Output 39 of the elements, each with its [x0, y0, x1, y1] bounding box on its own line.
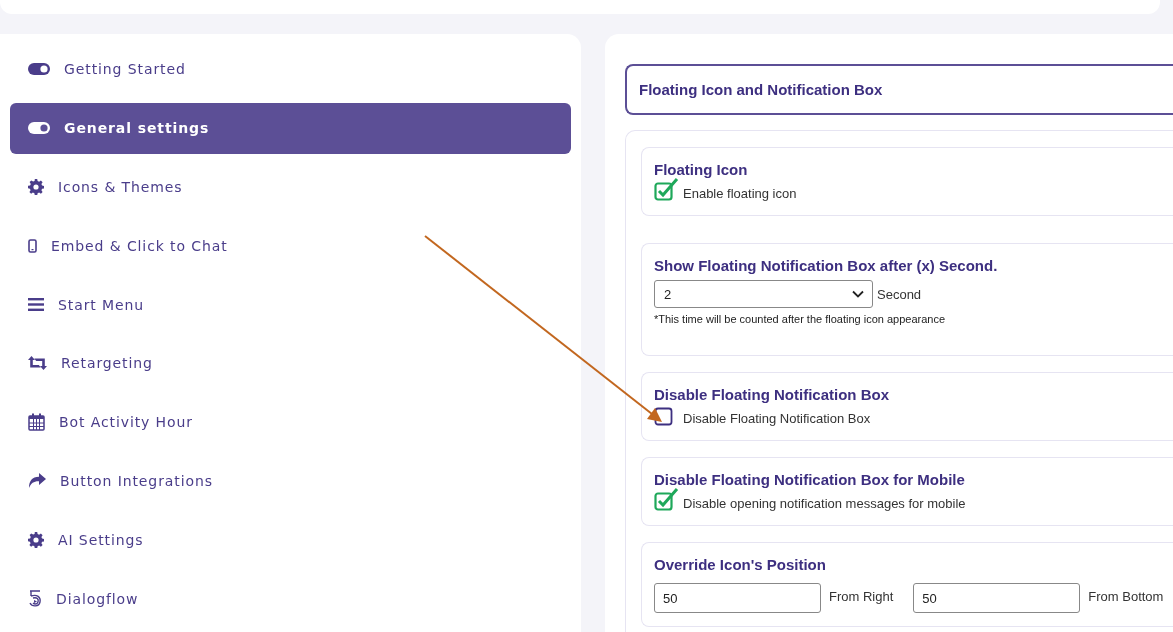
sidebar-item[interactable]: Start Menu: [10, 279, 571, 330]
toggle-icon: [28, 122, 50, 135]
toggle-icon: [28, 63, 50, 76]
checkbox-label: Disable opening notification messages for mobile: [683, 495, 966, 511]
checkbox-label: Enable floating icon: [683, 185, 797, 201]
unit-label: Second: [877, 286, 922, 302]
section-title: Floating Icon: [654, 161, 749, 178]
gear-icon: [28, 531, 44, 548]
checkbox[interactable]: [654, 488, 679, 512]
panel-header: Floating Icon and Notification Box: [625, 64, 1173, 115]
section-title: Show Floating Notification Box after (x) Second.: [654, 257, 999, 274]
checkbox[interactable]: [654, 178, 679, 202]
sidebar-item[interactable]: Embed & Click to Chat: [10, 220, 571, 272]
share-arrow-icon: [28, 473, 46, 489]
dialogflow-icon: [28, 590, 42, 608]
sidebar-item[interactable]: Retargeting: [10, 338, 571, 389]
sidebar-item[interactable]: Bot Activity Hour: [10, 396, 571, 448]
gear-icon: [28, 179, 44, 195]
section-title: Override Icon's Position: [654, 556, 827, 573]
input-unit: From Bottom: [1088, 588, 1164, 604]
seconds-select[interactable]: 2: [654, 280, 873, 308]
sidebar-item[interactable]: Getting Started: [10, 44, 571, 95]
position-input[interactable]: 50: [913, 583, 1081, 613]
sidebar-item[interactable]: Dialogflow: [10, 573, 571, 624]
repeat-icon: [28, 356, 47, 371]
phone-icon: [28, 238, 37, 253]
hint-text: *This time will be counted after the floating icon appearance: [654, 313, 947, 325]
position-input[interactable]: 50: [654, 583, 821, 613]
chevron-down-icon: [852, 290, 864, 298]
section-title: Disable Floating Notification Box: [654, 386, 890, 403]
input-unit: From Right: [829, 588, 894, 604]
section-title: Disable Floating Notification Box for Mobile: [654, 471, 966, 488]
sidebar-item[interactable]: Icons & Themes: [10, 161, 571, 213]
menu-icon: [28, 298, 44, 312]
sidebar-item[interactable]: General settings: [10, 102, 571, 154]
sidebar-item[interactable]: Button Integrations: [10, 455, 571, 507]
sidebar-item[interactable]: AI Settings: [10, 514, 571, 566]
checkbox-label: Disable Floating Notification Box: [683, 410, 871, 426]
calendar-icon: [28, 413, 45, 432]
